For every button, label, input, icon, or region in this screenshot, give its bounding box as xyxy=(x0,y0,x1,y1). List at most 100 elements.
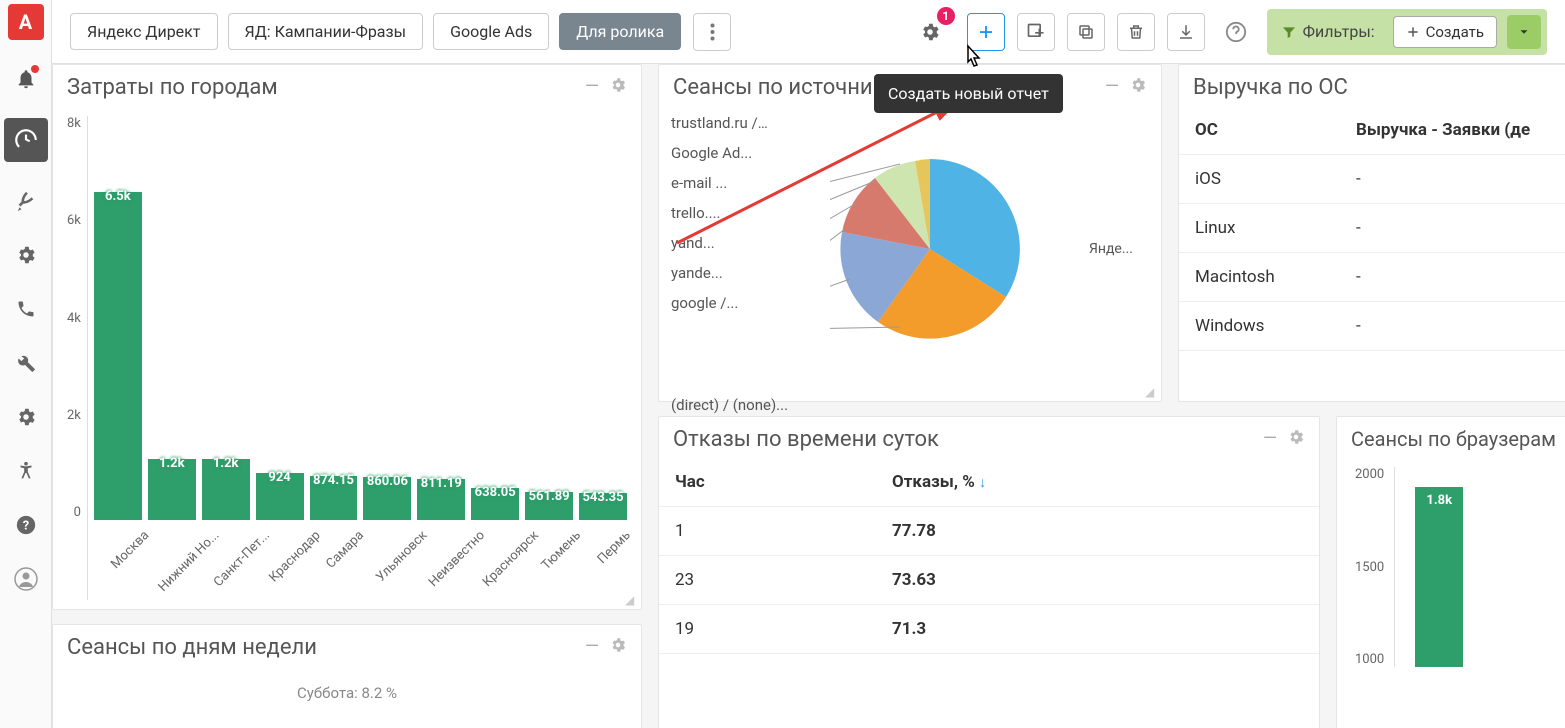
tab-yandex-direct[interactable]: Яндекс Директ xyxy=(70,13,218,50)
filters-dropdown-button[interactable] xyxy=(1507,15,1541,49)
widget-title: Отказы по времени суток xyxy=(673,427,939,452)
bar-4[interactable]: 874.15 xyxy=(310,476,358,520)
sort-desc-icon: ↓ xyxy=(979,475,986,491)
pie-legend-item[interactable]: google /... xyxy=(671,294,771,312)
dashboard-icon[interactable] xyxy=(4,118,48,162)
os-col-header[interactable]: ОС xyxy=(1179,106,1340,155)
bar-value-label: 924 xyxy=(268,470,290,485)
widget-bounces-by-hour: Отказы по времени суток — Час Отказы, xyxy=(658,416,1320,728)
tools-icon[interactable] xyxy=(11,348,41,378)
pie-chart xyxy=(775,114,1085,384)
bar-7[interactable]: 638.05 xyxy=(471,488,519,520)
add-widget-button[interactable] xyxy=(1017,13,1055,51)
widget-settings-icon[interactable] xyxy=(609,636,627,659)
widget-settings-icon[interactable] xyxy=(1287,428,1305,451)
bounce-col-header[interactable]: Отказы, % ↓ xyxy=(876,458,1319,507)
copy-button[interactable] xyxy=(1067,13,1105,51)
bar-value-label: 543.35 xyxy=(582,490,623,505)
widget-title: Затраты по городам xyxy=(67,75,278,100)
table-row[interactable]: Macintosh- xyxy=(1179,253,1565,302)
toolbar-help-button[interactable] xyxy=(1217,13,1255,51)
notifications-icon[interactable] xyxy=(11,64,41,94)
os-value: - xyxy=(1340,204,1565,253)
report-settings-button[interactable]: 1 xyxy=(911,13,949,51)
more-menu-button[interactable] xyxy=(693,13,731,51)
create-report-button[interactable] xyxy=(967,13,1005,51)
revenue-col-header[interactable]: Выручка - Заявки (де xyxy=(1340,106,1565,155)
bar-value-label: 811.19 xyxy=(421,476,462,491)
widget-title: Сеансы по дням недели xyxy=(67,635,317,660)
filters-label[interactable]: Фильтры: xyxy=(1273,18,1383,45)
os-value: - xyxy=(1340,253,1565,302)
bar-category-label: Тюмень xyxy=(539,528,584,573)
widget-expenses-by-city: Затраты по городам — 8k6k4k2k0 6.5k1.2k1… xyxy=(52,64,642,610)
tooltip-create-report: Создать новый отчет xyxy=(874,74,1063,113)
bar-9[interactable]: 543.35 xyxy=(579,493,627,520)
widget-minimize-icon[interactable]: — xyxy=(1263,428,1277,451)
os-table: ОС Выручка - Заявки (де iOS-Linux-Macint… xyxy=(1179,106,1565,351)
download-button[interactable] xyxy=(1167,13,1205,51)
app-logo[interactable]: A xyxy=(8,4,44,40)
pie-legend-item[interactable]: trello.... xyxy=(671,204,771,222)
table-row[interactable]: 1971.3 xyxy=(659,605,1319,654)
pie-legend-item[interactable]: yand... xyxy=(671,234,771,252)
delete-button[interactable] xyxy=(1117,13,1155,51)
resize-handle-icon[interactable]: ◢ xyxy=(1145,385,1159,399)
widget-minimize-icon[interactable]: — xyxy=(585,76,599,99)
bar-5[interactable]: 860.06 xyxy=(363,477,411,520)
os-name: Macintosh xyxy=(1179,253,1340,302)
gears-icon[interactable] xyxy=(11,240,41,270)
hour-value: 1 xyxy=(659,507,876,556)
rocket-icon[interactable] xyxy=(11,186,41,216)
bar-2[interactable]: 1.2k xyxy=(202,459,250,520)
hour-col-header[interactable]: Час xyxy=(659,458,876,507)
widget-minimize-icon[interactable]: — xyxy=(585,636,599,659)
filters-panel: Фильтры: Создать xyxy=(1267,9,1547,55)
create-filter-button[interactable]: Создать xyxy=(1393,16,1497,48)
widget-revenue-by-os: Выручка по ОС ОС Выручка - Заявки (де iO… xyxy=(1178,64,1565,402)
bar-value-label: 1.2k xyxy=(213,456,239,471)
table-row[interactable]: 2373.63 xyxy=(659,556,1319,605)
widget-minimize-icon[interactable]: — xyxy=(1105,76,1119,99)
table-row[interactable]: iOS- xyxy=(1179,155,1565,204)
widget-settings-icon[interactable] xyxy=(1129,76,1147,99)
bar-1[interactable]: 1.2k xyxy=(148,459,196,520)
pie-legend-item[interactable]: Google Ad... xyxy=(671,144,771,162)
pie-legend-item[interactable]: e-mail ... xyxy=(671,174,771,192)
phone-icon[interactable] xyxy=(11,294,41,324)
toolbar: Яндекс Директ ЯД: Кампании-Фразы Google … xyxy=(52,0,1565,64)
tab-yd-campaigns[interactable]: ЯД: Кампании-Фразы xyxy=(228,13,424,50)
hour-value: 19 xyxy=(659,605,876,654)
bar-value-label: 561.89 xyxy=(529,489,570,504)
pie-legend-item[interactable]: yande... xyxy=(671,264,771,282)
bar-value-label: 860.06 xyxy=(367,474,408,489)
pie-legend-right: Янде... xyxy=(1089,114,1149,384)
bar-8[interactable]: 561.89 xyxy=(525,492,573,520)
user-avatar-icon[interactable] xyxy=(11,564,41,594)
bar-3[interactable]: 924 xyxy=(256,473,304,520)
os-name: iOS xyxy=(1179,155,1340,204)
bar-value-label: 1.2k xyxy=(159,456,185,471)
widget-title: Выручка по ОС xyxy=(1193,75,1348,100)
table-row[interactable]: 177.78 xyxy=(659,507,1319,556)
widget-settings-icon[interactable] xyxy=(609,76,627,99)
resize-handle-icon[interactable]: ◢ xyxy=(625,593,639,607)
city-bar-chart: 8k6k4k2k0 6.5k1.2k1.2k924874.15860.06811… xyxy=(53,106,641,600)
accessibility-icon[interactable] xyxy=(11,456,41,486)
bar-0[interactable]: 6.5k xyxy=(94,192,142,520)
help-icon[interactable]: ? xyxy=(11,510,41,540)
widget-sessions-by-source: Сеансы по источникам / кана... — trustla… xyxy=(658,64,1162,402)
tab-for-video[interactable]: Для ролика xyxy=(559,13,681,50)
bar-category-label: Самара xyxy=(324,528,368,572)
table-row[interactable]: Windows- xyxy=(1179,302,1565,351)
settings-icon[interactable] xyxy=(11,402,41,432)
pie-legend-item[interactable]: trustland.ru / referral: 0... xyxy=(671,114,771,132)
bar-category-label: Москва xyxy=(108,528,152,572)
tab-google-ads[interactable]: Google Ads xyxy=(433,13,549,50)
table-row[interactable]: Linux- xyxy=(1179,204,1565,253)
os-value: - xyxy=(1340,155,1565,204)
hour-value: 23 xyxy=(659,556,876,605)
svg-text:?: ? xyxy=(22,519,28,534)
bar-6[interactable]: 811.19 xyxy=(417,479,465,520)
widget-title: Сеансы по браузерам xyxy=(1351,427,1556,451)
